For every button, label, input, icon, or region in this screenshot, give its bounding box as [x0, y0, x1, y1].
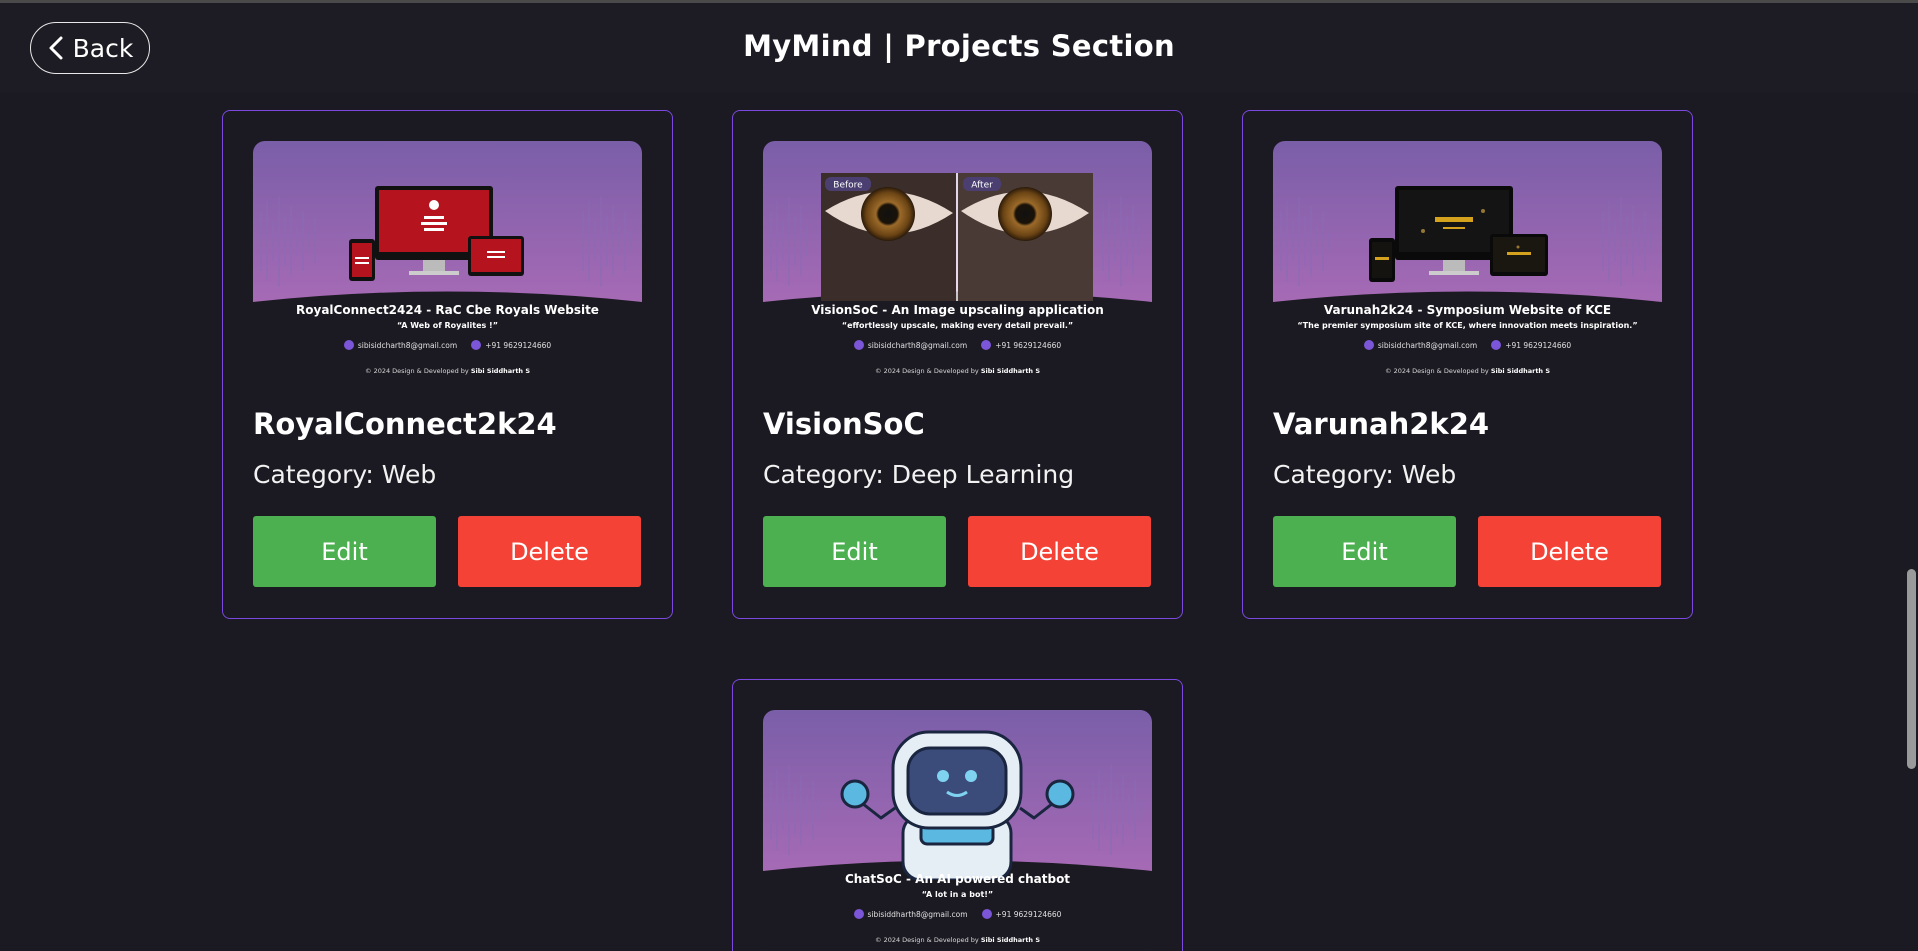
project-category: Category: Web	[253, 460, 437, 489]
thumbnail-copyright: © 2024 Design & Developed by Sibi Siddha…	[365, 367, 530, 375]
email-icon	[853, 340, 864, 350]
thumbnail-tagline: “A lot in a bot!”	[921, 890, 994, 899]
thumbnail-contacts: sibisiddharth8@gmail.com +91 9629124660	[763, 909, 1152, 919]
phone-icon	[471, 340, 482, 350]
phone-icon	[981, 909, 992, 919]
thumbnail-title: VisionSoC - An Image upscaling applicati…	[811, 303, 1104, 317]
page-header: Back MyMind | Projects Section	[0, 3, 1918, 93]
delete-button[interactable]: Delete	[968, 516, 1151, 587]
thumbnail-contacts: sibisidcharth8@gmail.com +91 9629124660	[763, 340, 1152, 350]
phone-icon	[1491, 340, 1502, 350]
project-name: VisionSoC	[763, 407, 925, 441]
before-label: Before	[833, 181, 863, 191]
thumbnail-contacts: sibisidcharth8@gmail.com +91 9629124660	[253, 340, 642, 350]
project-name: RoyalConnect2k24	[253, 407, 557, 441]
project-card-varunah: Varunah2k24 - Symposium Website of KCE “…	[1242, 110, 1693, 619]
edit-button[interactable]: Edit	[1273, 516, 1456, 587]
thumbnail-tagline: “effortlessly upscale, making every deta…	[841, 321, 1074, 330]
thumbnail-phone: +91 9629124660	[995, 340, 1062, 350]
project-category: Category: Deep Learning	[763, 460, 1075, 489]
page-title: MyMind | Projects Section	[743, 29, 1175, 63]
thumbnail-email: sibisidcharth8@gmail.com	[867, 340, 968, 350]
thumbnail-contacts: sibisidcharth8@gmail.com +91 9629124660	[1273, 340, 1662, 350]
project-thumbnail: RoyalConnect2424 - RaC Cbe Royals Websit…	[253, 141, 642, 384]
devices-dark-icon	[1369, 186, 1548, 282]
thumbnail-copyright: © 2024 Design & Developed by Sibi Siddha…	[1385, 367, 1550, 375]
thumbnail-email: sibisidcharth8@gmail.com	[357, 340, 458, 350]
thumbnail-phone: +91 9629124660	[1505, 340, 1572, 350]
thumbnail-title: RoyalConnect2424 - RaC Cbe Royals Websit…	[296, 303, 599, 317]
phone-icon	[981, 340, 992, 350]
delete-button[interactable]: Delete	[1478, 516, 1661, 587]
edit-button[interactable]: Edit	[253, 516, 436, 587]
after-label: After	[971, 181, 993, 191]
project-thumbnail: Before After VisionSoC - An Image upscal…	[763, 141, 1152, 384]
project-card-chatsoc: ChatSoC - An AI powered chatbot “A lot i…	[732, 679, 1183, 951]
robot-icon	[840, 730, 1075, 880]
email-icon	[853, 909, 864, 919]
thumbnail-title: Varunah2k24 - Symposium Website of KCE	[1323, 303, 1612, 317]
thumbnail-tagline: “The premier symposium site of KCE, wher…	[1297, 321, 1638, 330]
project-card-royalconnect: RoyalConnect2424 - RaC Cbe Royals Websit…	[222, 110, 673, 619]
thumbnail-tagline: “A Web of Royalites !”	[397, 321, 498, 330]
project-category: Category: Web	[1273, 460, 1457, 489]
thumbnail-title: ChatSoC - An AI powered chatbot	[844, 872, 1071, 886]
thumbnail-phone: +91 9629124660	[485, 340, 552, 350]
thumbnail-copyright: © 2024 Design & Developed by Sibi Siddha…	[875, 936, 1040, 944]
thumbnail-phone: +91 9629124660	[995, 909, 1062, 919]
page-scrollbar[interactable]	[1905, 93, 1918, 951]
thumbnail-email: sibisiddharth8@gmail.com	[867, 909, 968, 919]
delete-button[interactable]: Delete	[458, 516, 641, 587]
eye-comparison-icon: Before After	[821, 173, 1093, 301]
project-thumbnail: Varunah2k24 - Symposium Website of KCE “…	[1273, 141, 1662, 384]
thumbnail-email: sibisidcharth8@gmail.com	[1377, 340, 1478, 350]
scrollbar-thumb[interactable]	[1907, 569, 1916, 769]
email-icon	[1363, 340, 1374, 350]
project-name: Varunah2k24	[1273, 407, 1490, 441]
project-thumbnail: ChatSoC - An AI powered chatbot “A lot i…	[763, 710, 1152, 951]
project-card-visionsoc: Before After VisionSoC - An Image upscal…	[732, 110, 1183, 619]
email-icon	[343, 340, 354, 350]
devices-red-icon	[349, 186, 524, 281]
edit-button[interactable]: Edit	[763, 516, 946, 587]
thumbnail-copyright: © 2024 Design & Developed by Sibi Siddha…	[875, 367, 1040, 375]
